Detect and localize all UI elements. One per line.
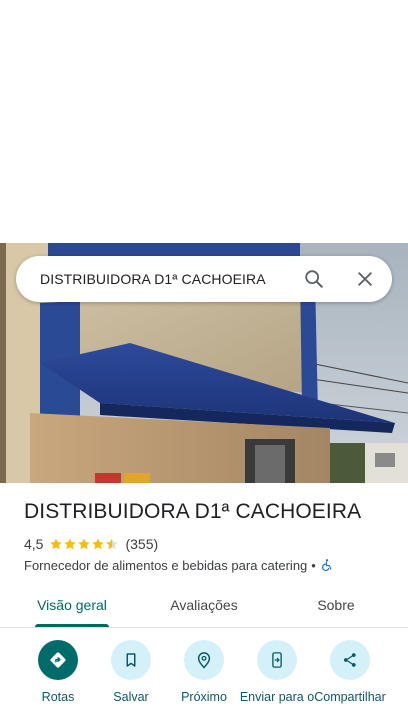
- directions-icon: [38, 640, 78, 680]
- star-half-icon: [106, 538, 119, 550]
- nearby-label: Próximo: [181, 690, 227, 704]
- close-icon[interactable]: [351, 265, 379, 293]
- send-to-phone-button[interactable]: Enviar para o: [238, 640, 316, 704]
- active-tab-indicator: [35, 624, 109, 627]
- search-input[interactable]: DISTRIBUIDORA D1ª CACHOEIRA: [40, 256, 266, 302]
- star-icon: [64, 538, 77, 550]
- send-to-phone-icon: [257, 640, 297, 680]
- action-buttons: Rotas Salvar Próximo Enviar para o Compa…: [0, 640, 408, 726]
- tab-reviews[interactable]: Avaliações: [156, 585, 252, 627]
- wheelchair-icon[interactable]: [320, 558, 334, 572]
- star-icon: [78, 538, 91, 550]
- tab-overview[interactable]: Visão geral: [24, 585, 120, 627]
- directions-button[interactable]: Rotas: [19, 640, 97, 704]
- bookmark-icon: [111, 640, 151, 680]
- category-row: Fornecedor de alimentos e bebidas para c…: [24, 556, 334, 574]
- search-bar[interactable]: DISTRIBUIDORA D1ª CACHOEIRA: [16, 256, 392, 302]
- save-label: Salvar: [113, 690, 149, 704]
- separator-dot: •: [311, 557, 316, 573]
- place-tabs: Visão geral Avaliações Sobre: [0, 585, 408, 628]
- star-icon: [92, 538, 105, 550]
- nearby-icon: [184, 640, 224, 680]
- directions-label: Rotas: [41, 690, 75, 704]
- tab-about[interactable]: Sobre: [296, 585, 376, 627]
- map-area-blank: [0, 0, 408, 243]
- send-to-phone-label: Enviar para o: [239, 690, 315, 704]
- rating-row[interactable]: 4,5 (355): [24, 535, 158, 553]
- place-category: Fornecedor de alimentos e bebidas para c…: [24, 557, 308, 573]
- review-count[interactable]: (355): [125, 536, 158, 552]
- save-button[interactable]: Salvar: [92, 640, 170, 704]
- search-icon[interactable]: [300, 265, 328, 293]
- place-title: DISTRIBUIDORA D1ª CACHOEIRA: [24, 500, 362, 523]
- share-button[interactable]: Compartilhar: [311, 640, 389, 704]
- nearby-button[interactable]: Próximo: [165, 640, 243, 704]
- star-icon: [50, 538, 63, 550]
- star-rating: [49, 537, 119, 551]
- share-icon: [330, 640, 370, 680]
- share-label: Compartilhar: [314, 690, 386, 704]
- rating-value: 4,5: [24, 536, 44, 552]
